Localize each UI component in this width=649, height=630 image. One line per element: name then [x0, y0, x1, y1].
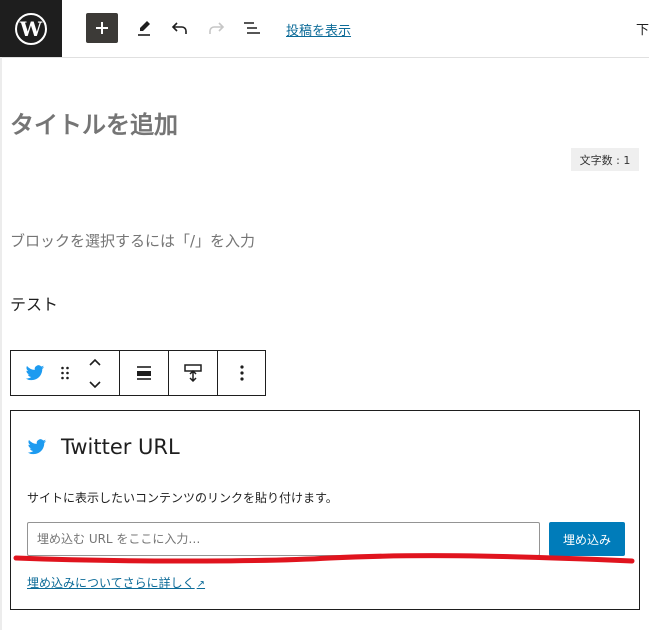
align-button[interactable]: [120, 351, 168, 395]
chevron-down-icon: [89, 380, 101, 388]
resize-button[interactable]: [169, 351, 217, 395]
embed-header: Twitter URL: [27, 435, 180, 459]
paragraph-block[interactable]: テスト: [10, 291, 58, 315]
post-title-placeholder[interactable]: タイトルを追加: [10, 105, 178, 140]
more-vertical-icon: [240, 365, 244, 381]
canvas-left-border: [0, 57, 2, 630]
list-view-icon: [244, 22, 260, 34]
add-block-button[interactable]: [86, 13, 118, 43]
undo-button[interactable]: [164, 13, 196, 43]
move-up-button[interactable]: [83, 351, 107, 373]
learn-more-label: 埋め込みについてさらに詳しく: [27, 576, 195, 590]
embed-url-input[interactable]: [27, 522, 540, 556]
twitter-icon: [25, 364, 45, 380]
view-post-link[interactable]: 投稿を表示: [286, 20, 351, 39]
drag-handle[interactable]: [57, 351, 73, 395]
wordpress-logo-button[interactable]: W: [0, 0, 62, 57]
list-view-button[interactable]: [236, 13, 268, 43]
header-truncated-text: 下: [636, 23, 649, 38]
aspect-ratio-icon: [184, 364, 202, 383]
pencil-icon: [138, 21, 150, 36]
block-options-button[interactable]: [218, 351, 266, 395]
block-type-button[interactable]: [21, 351, 49, 395]
drag-handle-icon: [61, 366, 69, 380]
redo-button[interactable]: [200, 13, 232, 43]
block-toolbar: [10, 350, 266, 396]
external-link-icon: ↗: [196, 579, 206, 590]
align-center-icon: [137, 366, 151, 380]
block-appender-placeholder[interactable]: ブロックを選択するには「/」を入力: [10, 230, 255, 251]
tools-button[interactable]: [128, 13, 160, 43]
editor-header: W 投稿を表示 下: [0, 0, 649, 58]
learn-more-link[interactable]: 埋め込みについてさらに詳しく ↗: [27, 574, 205, 591]
wordpress-logo-icon: W: [15, 12, 47, 45]
chevron-up-icon: [89, 358, 101, 366]
move-down-button[interactable]: [83, 373, 107, 395]
undo-icon: [171, 22, 187, 34]
embed-title: Twitter URL: [61, 435, 180, 459]
word-count-badge: 文字数 : 1: [571, 148, 639, 171]
embed-button[interactable]: 埋め込み: [549, 522, 625, 556]
twitter-icon: [27, 438, 47, 454]
redo-icon: [209, 22, 225, 34]
twitter-embed-block: Twitter URL サイトに表示したいコンテンツのリンクを貼り付けます。 埋…: [10, 410, 640, 610]
plus-icon: [96, 22, 108, 34]
embed-instructions: サイトに表示したいコンテンツのリンクを貼り付けます。: [27, 491, 338, 505]
